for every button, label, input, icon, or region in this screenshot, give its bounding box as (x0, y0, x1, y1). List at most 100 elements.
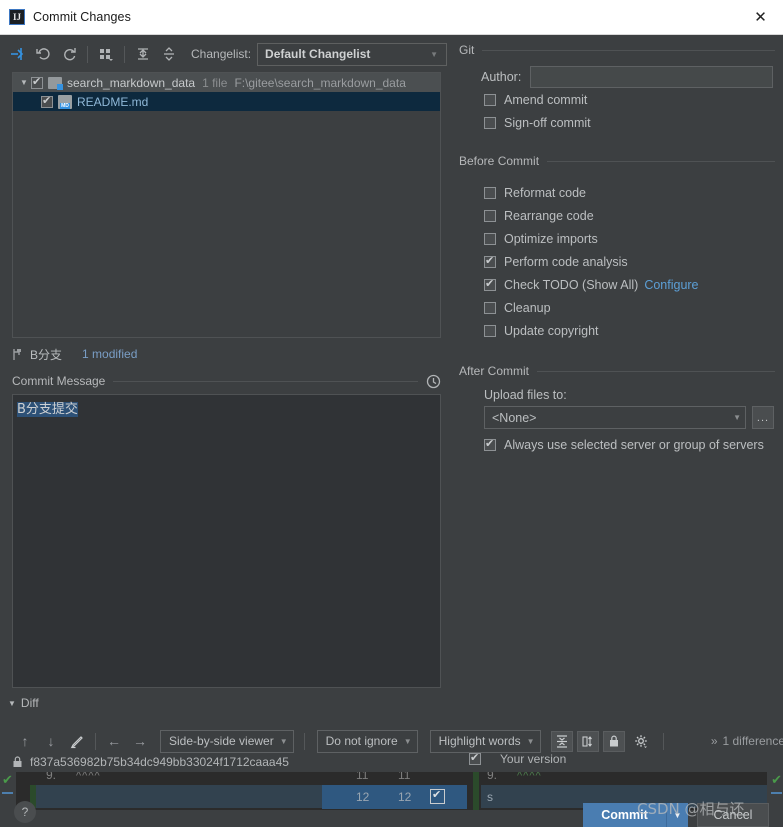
update-copyright-label: Update copyright (504, 323, 599, 338)
amend-commit-checkbox[interactable] (484, 93, 496, 106)
highlight-mode-value: Highlight words (438, 734, 521, 748)
reformat-code-checkbox[interactable] (484, 186, 496, 199)
file-name: README.md (77, 94, 149, 109)
edit-source-icon[interactable] (64, 729, 90, 753)
upload-target-select[interactable]: <None> ▼ (484, 406, 746, 429)
diff-section-header[interactable]: ▼ Diff (8, 695, 451, 711)
after-commit-group: After Commit Upload files to: <None> ▼ .… (459, 362, 775, 456)
chevron-down-icon[interactable]: ▼ (17, 78, 31, 87)
next-difference-icon[interactable]: ↓ (38, 729, 64, 753)
chevron-down-icon: ▼ (526, 736, 535, 746)
dialog-body: Changelist: Default Changelist ▼ ▼ searc… (0, 35, 783, 827)
always-use-server-label: Always use selected server or group of s… (504, 437, 764, 452)
viewer-mode-value: Side-by-side viewer (169, 734, 274, 748)
viewer-mode-select[interactable]: Side-by-side viewer ▼ (160, 729, 294, 753)
group-by-icon[interactable] (93, 42, 119, 66)
left-line-number: 9. (46, 772, 57, 782)
accept-left-icon[interactable]: ← (101, 729, 127, 753)
repository-path: F:\gitee\search_markdown_data (234, 75, 406, 90)
group-checkbox[interactable] (31, 75, 43, 89)
ignore-mode-select[interactable]: Do not ignore ▼ (316, 729, 418, 753)
your-version-bar: Your version (469, 751, 567, 766)
cleanup-row[interactable]: Cleanup (484, 296, 775, 319)
read-only-lock-icon[interactable] (602, 730, 625, 752)
chevron-down-icon[interactable]: ▼ (8, 699, 16, 708)
diff-section-title: Diff (20, 696, 39, 710)
upload-target-row: <None> ▼ ... (484, 406, 775, 429)
update-copyright-checkbox[interactable] (484, 324, 496, 337)
your-version-label: Your version (500, 752, 567, 766)
collapse-unchanged-icon[interactable] (550, 730, 573, 752)
cleanup-checkbox[interactable] (484, 301, 496, 314)
diff-settings-gear-icon[interactable] (629, 729, 655, 753)
change-marker (771, 792, 782, 794)
commit-message-text: B分支提交 (17, 402, 78, 417)
always-use-server-row[interactable]: Always use selected server or group of s… (484, 433, 775, 456)
perform-code-analysis-label: Perform code analysis (504, 254, 628, 269)
synchronize-scroll-icon[interactable] (576, 730, 599, 752)
author-field[interactable] (530, 65, 773, 88)
diff-separator-2 (303, 732, 305, 750)
file-checkbox[interactable] (41, 94, 53, 108)
difference-count: 1 difference (722, 734, 783, 748)
previous-difference-icon[interactable]: ↑ (12, 729, 38, 753)
changelist-toolbar: Changelist: Default Changelist ▼ (0, 39, 451, 69)
commit-message-input[interactable]: B分支提交 (12, 394, 441, 688)
perform-code-analysis-row[interactable]: Perform code analysis (484, 250, 775, 273)
divider (113, 380, 418, 382)
change-marker (2, 792, 13, 794)
check-todo-checkbox[interactable] (484, 277, 496, 291)
author-label: Author: (481, 69, 522, 84)
mid-line-number-left: 11 (356, 772, 369, 782)
changed-files-tree[interactable]: ▼ search_markdown_data 1 file F:\gitee\s… (12, 72, 441, 338)
rearrange-code-checkbox[interactable] (484, 209, 496, 222)
toolbar-separator-2 (124, 45, 125, 63)
rearrange-code-row[interactable]: Rearrange code (484, 204, 775, 227)
check-todo-row[interactable]: Check TODO (Show All) Configure (484, 273, 775, 296)
your-version-checkbox[interactable] (469, 751, 481, 765)
table-row[interactable]: MD README.md (13, 92, 440, 111)
help-button[interactable]: ? (14, 801, 36, 823)
divider (547, 160, 775, 162)
rearrange-code-label: Rearrange code (504, 208, 594, 223)
diff-separator-3 (662, 732, 664, 750)
changelist-label: Changelist: (191, 47, 252, 61)
browse-servers-button[interactable]: ... (752, 406, 774, 429)
branch-name: B分支 (30, 347, 63, 362)
always-use-server-checkbox[interactable] (484, 437, 496, 451)
expand-all-icon[interactable] (130, 42, 156, 66)
expand-toolbar-icon[interactable]: » (711, 734, 718, 748)
perform-code-analysis-checkbox[interactable] (484, 254, 496, 268)
update-copyright-row[interactable]: Update copyright (484, 319, 775, 342)
tree-group-row[interactable]: ▼ search_markdown_data 1 file F:\gitee\s… (13, 73, 440, 92)
refresh-icon[interactable] (56, 42, 82, 66)
signoff-commit-checkbox[interactable] (484, 116, 496, 129)
collapse-all-icon[interactable] (156, 42, 182, 66)
close-icon[interactable]: ✕ (738, 0, 783, 35)
chevron-down-icon: ▼ (733, 413, 741, 422)
intellij-idea-icon: IJ (9, 9, 25, 25)
author-row: Author: (481, 65, 775, 88)
accept-right-icon[interactable]: → (127, 729, 153, 753)
configure-link[interactable]: Configure (644, 278, 698, 292)
branch-status-bar: B分支 1 modified (12, 343, 451, 365)
window-title-bar: IJ Commit Changes ✕ (0, 0, 783, 35)
signoff-commit-row[interactable]: Sign-off commit (484, 111, 775, 134)
after-commit-title: After Commit (459, 364, 530, 378)
revert-icon[interactable] (30, 42, 56, 66)
optimize-imports-checkbox[interactable] (484, 232, 496, 245)
upload-files-label: Upload files to: (484, 388, 567, 402)
amend-commit-row[interactable]: Amend commit (484, 88, 775, 111)
show-diff-icon[interactable] (4, 42, 30, 66)
reformat-code-label: Reformat code (504, 185, 586, 200)
folder-icon (48, 76, 63, 90)
clock-icon[interactable] (426, 374, 441, 389)
commit-message-label: Commit Message (12, 374, 106, 388)
reformat-code-row[interactable]: Reformat code (484, 181, 775, 204)
changes-pane: Changelist: Default Changelist ▼ ▼ searc… (0, 35, 451, 827)
optimize-imports-row[interactable]: Optimize imports (484, 227, 775, 250)
changelist-select[interactable]: Default Changelist ▼ (257, 42, 447, 66)
highlight-mode-select[interactable]: Highlight words ▼ (429, 729, 541, 753)
mid-line-number-right: 11 (398, 772, 411, 782)
file-count: 1 file (202, 75, 228, 90)
